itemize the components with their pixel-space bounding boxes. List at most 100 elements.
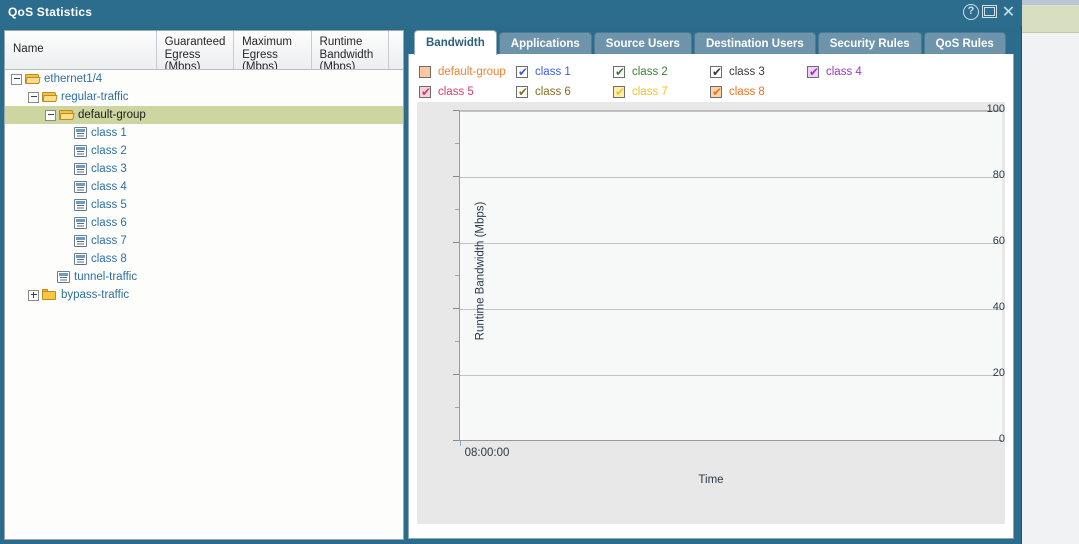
maximize-icon[interactable]: [982, 5, 997, 18]
tree-row-label: class 3: [91, 163, 127, 175]
legend-label: class 5: [438, 86, 474, 98]
legend-label: class 2: [632, 66, 668, 78]
legend-checkbox[interactable]: ✔: [710, 85, 723, 99]
chart-y-tick-label: 0: [998, 433, 1005, 445]
legend-checkbox[interactable]: ✔: [807, 65, 819, 79]
check-icon: ✔: [712, 85, 723, 99]
column-header-guaranteed-egress[interactable]: Guaranteed Egress (Mbps): [157, 31, 235, 69]
tree-row[interactable]: default-group: [5, 106, 403, 124]
check-icon: ✔: [518, 85, 529, 99]
class-item-icon: [74, 199, 87, 211]
legend-item-default-group[interactable]: default-group: [419, 66, 516, 78]
legend-checkbox[interactable]: ✔: [613, 65, 625, 79]
tree-row-label: class 7: [91, 235, 127, 247]
legend-checkbox[interactable]: ✔: [613, 85, 626, 99]
tree-row-label: class 2: [91, 145, 127, 157]
tab-bandwidth[interactable]: Bandwidth: [414, 30, 497, 55]
check-icon: ✔: [421, 85, 432, 99]
tree-row-label: class 1: [91, 127, 127, 139]
qos-statistics-screen: QoS Statistics ? ✕ Name Guaranteed Egres…: [0, 0, 1079, 544]
legend-item-class-5[interactable]: ✔ class 5: [419, 85, 516, 99]
tree-row[interactable]: class 3: [5, 160, 403, 178]
legend-item-class-6[interactable]: ✔ class 6: [516, 85, 613, 99]
tree-row-label: class 4: [91, 181, 127, 193]
folder-closed-icon: [42, 289, 57, 301]
column-header-maximum-egress[interactable]: Maximum Egress (Mbps): [234, 31, 312, 69]
legend-item-class-3[interactable]: ✔ class 3: [710, 65, 807, 79]
chart-y-tick-label: 40: [992, 301, 1005, 313]
legend-checkbox[interactable]: ✔: [516, 85, 529, 99]
column-header-filler: [389, 31, 403, 69]
tree-row[interactable]: class 7: [5, 232, 403, 250]
tree-row[interactable]: class 6: [5, 214, 403, 232]
tab-source-users[interactable]: Source Users: [593, 32, 692, 55]
tree-row[interactable]: class 8: [5, 250, 403, 268]
tree-row[interactable]: ethernet1/4: [5, 70, 403, 88]
chart-x-tick-label: 08:00:00: [464, 447, 510, 459]
folder-open-icon: [42, 91, 57, 103]
tree-row[interactable]: class 4: [5, 178, 403, 196]
dialog-title: QoS Statistics: [8, 5, 93, 19]
tree-row-label: tunnel-traffic: [74, 271, 138, 283]
legend-row-1: default-group ✔ class 1 ✔ class 2 ✔ class 3 ✔ cl…: [419, 62, 1013, 82]
dialog-titlebar: QoS Statistics ? ✕: [0, 0, 1022, 26]
column-header-runtime-bandwidth[interactable]: Runtime Bandwidth (Mbps): [312, 31, 389, 69]
close-icon[interactable]: ✕: [1000, 3, 1017, 20]
class-item-icon: [74, 217, 87, 229]
tree-row-label: bypass-traffic: [61, 289, 130, 301]
collapse-icon[interactable]: [45, 109, 56, 121]
class-item-icon: [74, 127, 87, 139]
legend-label: class 1: [535, 66, 571, 78]
class-item-icon: [74, 235, 87, 247]
bandwidth-tab-content: default-group ✔ class 1 ✔ class 2 ✔ class 3 ✔ cl…: [408, 54, 1014, 539]
class-item-icon: [74, 181, 87, 193]
class-item-icon: [74, 253, 87, 265]
tab-applications[interactable]: Applications: [498, 32, 592, 55]
statistics-tab-panel: Bandwidth Applications Source Users Destina…: [408, 30, 1014, 540]
folder-open-icon: [59, 109, 74, 121]
legend-checkbox[interactable]: ✔: [710, 65, 723, 79]
class-item-icon: [74, 145, 87, 157]
check-icon: ✔: [712, 65, 723, 79]
chart-y-tick-major: [453, 440, 459, 441]
collapse-icon[interactable]: [11, 73, 22, 85]
collapse-icon[interactable]: [28, 91, 39, 103]
folder-open-icon: [25, 73, 40, 85]
tree-row[interactable]: class 1: [5, 124, 403, 142]
legend-item-class-1[interactable]: ✔ class 1: [516, 65, 613, 79]
legend-item-class-7[interactable]: ✔ class 7: [613, 85, 710, 99]
expand-icon[interactable]: [28, 289, 39, 301]
chart-x-axis-line: [459, 440, 1002, 441]
tab-security-rules[interactable]: Security Rules: [817, 32, 922, 55]
bandwidth-chart: 0 20 40 60 80 100 Runtime Bandwidth (Mbps) 08…: [417, 102, 1005, 524]
legend-label: default-group: [438, 66, 506, 78]
qos-tree-panel: Name Guaranteed Egress (Mbps) Maximum Eg…: [4, 30, 404, 540]
chart-y-tick-label: 60: [992, 235, 1005, 247]
tree-table-header: Name Guaranteed Egress (Mbps) Maximum Eg…: [5, 31, 403, 70]
legend-checkbox[interactable]: ✔: [516, 65, 528, 79]
tree-row[interactable]: tunnel-traffic: [5, 268, 403, 286]
legend-label: class 8: [729, 86, 765, 98]
legend-item-class-8[interactable]: ✔ class 8: [710, 85, 807, 99]
chart-y-tick-label: 80: [992, 169, 1005, 181]
tree-row[interactable]: class 5: [5, 196, 403, 214]
tab-destination-users[interactable]: Destination Users: [693, 32, 816, 55]
column-header-name[interactable]: Name: [5, 31, 157, 69]
tree-row[interactable]: bypass-traffic: [5, 286, 403, 304]
legend-label: class 3: [729, 66, 765, 78]
chart-y-tick-label: 20: [992, 367, 1005, 379]
tree-row[interactable]: class 2: [5, 142, 403, 160]
tab-qos-rules[interactable]: QoS Rules: [923, 32, 1006, 55]
legend-item-class-4[interactable]: ✔ class 4: [807, 65, 904, 79]
class-item-icon: [74, 163, 87, 175]
tree-row[interactable]: regular-traffic: [5, 88, 403, 106]
chart-y-axis-label-wrap: Runtime Bandwidth (Mbps): [411, 102, 550, 440]
qos-tree: ethernet1/4 regular-traffic default-group c…: [5, 70, 403, 539]
chart-y-tick-label: 100: [986, 103, 1005, 115]
help-icon[interactable]: ?: [963, 3, 979, 20]
legend-item-class-2[interactable]: ✔ class 2: [613, 65, 710, 79]
legend-checkbox[interactable]: [419, 66, 431, 78]
legend-checkbox[interactable]: ✔: [419, 85, 432, 99]
check-icon: ✔: [615, 85, 626, 99]
tree-row-label: class 5: [91, 199, 127, 211]
